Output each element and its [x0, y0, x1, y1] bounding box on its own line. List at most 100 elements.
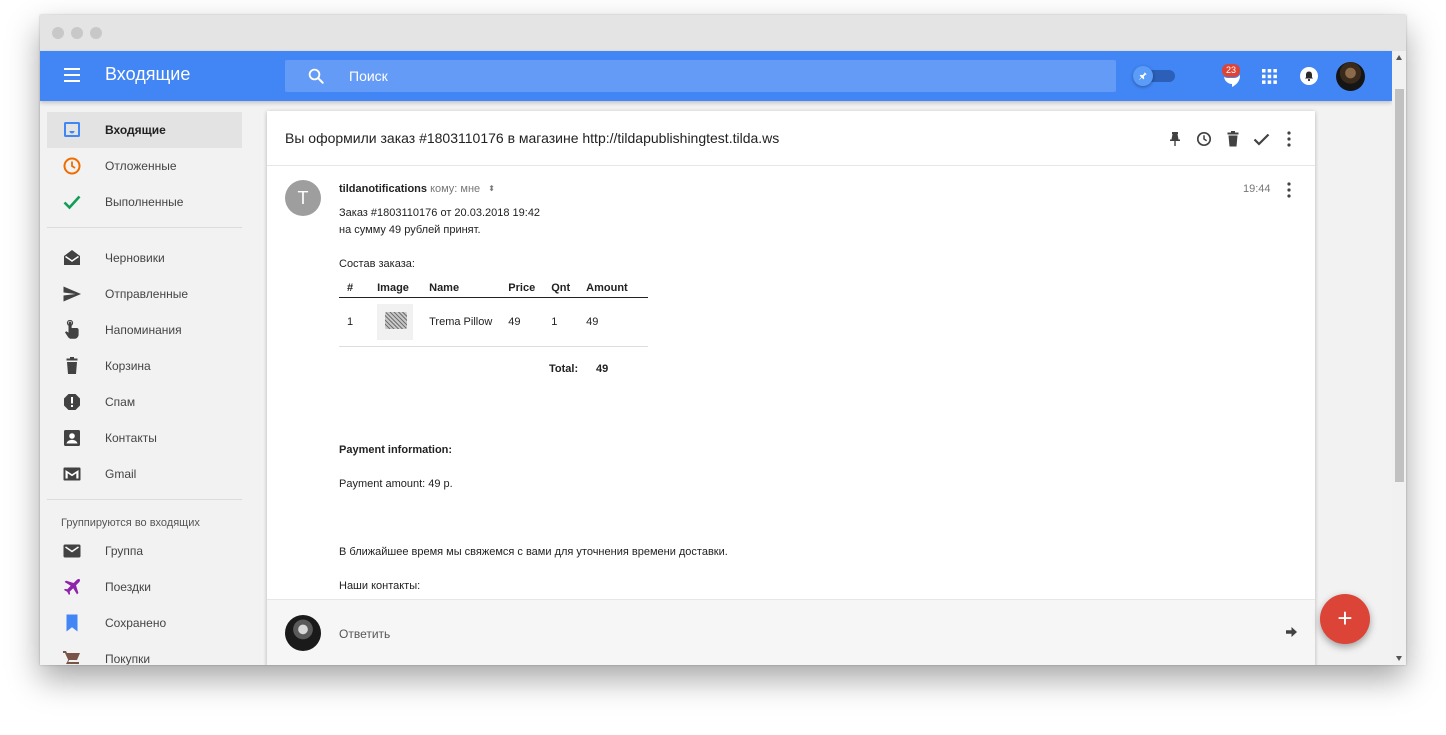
sidebar-item-reminders[interactable]: Напоминания [47, 312, 242, 348]
sidebar-item-contacts[interactable]: Контакты [47, 420, 242, 456]
forward-arrow-icon[interactable] [1286, 627, 1297, 637]
clock-icon [63, 157, 81, 175]
search-input[interactable]: Поиск [285, 60, 1116, 92]
plus-icon: + [1337, 603, 1353, 633]
sidebar-item-label: Покупки [105, 652, 151, 665]
table-header: Amount [578, 278, 648, 298]
product-qnt: 1 [543, 297, 579, 347]
sidebar-item-group[interactable]: Группа [47, 533, 242, 569]
notifications-bell-icon[interactable] [1300, 67, 1318, 85]
sidebar-item-label: Корзина [105, 359, 151, 373]
notification-badge: 23 [1221, 63, 1241, 78]
snooze-clock-icon[interactable] [1196, 131, 1212, 147]
more-vert-icon[interactable] [1287, 131, 1291, 147]
order-table: # Image Name Price Qnt Amount 1 Trema Pi… [339, 278, 648, 347]
apps-grid-icon[interactable] [1262, 69, 1277, 84]
sidebar-item-label: Входящие [105, 123, 166, 137]
scroll-thumb[interactable] [1395, 89, 1404, 482]
sidebar-item-label: Gmail [105, 467, 137, 481]
sidebar-item-label: Группа [105, 544, 144, 558]
reply-avatar [285, 615, 321, 651]
window-close-dot[interactable] [52, 27, 64, 39]
table-header: Price [500, 278, 544, 298]
contacts-icon [64, 430, 80, 446]
order-line: Заказ #1803110176 от 20.03.2018 19:42 [339, 207, 541, 219]
window-minimize-dot[interactable] [71, 27, 83, 39]
sidebar-item-label: Спам [105, 395, 136, 409]
group-mail-icon [63, 544, 81, 558]
order-amount-line: на сумму 49 рублей принят. [339, 224, 481, 236]
order-contents-heading: Состав заказа: [339, 258, 415, 270]
window-maximize-dot[interactable] [90, 27, 102, 39]
email-card: Вы оформили заказ #1803110176 в магазине… [267, 111, 1315, 665]
inbox-icon [64, 122, 80, 137]
gmail-icon [63, 467, 81, 481]
check-icon [63, 195, 81, 210]
subject-divider [267, 165, 1315, 166]
bookmark-icon [66, 614, 78, 632]
table-header: Name [421, 278, 501, 298]
app-bar: Входящие Поиск 23 [40, 51, 1392, 101]
sidebar-item-trips[interactable]: Поездки [47, 569, 242, 605]
expand-details-icon[interactable]: ⬍ [488, 184, 495, 193]
sender-line: tildanotifications кому: мне ⬍ [339, 183, 495, 195]
sidebar-item-purchases[interactable]: Покупки [47, 641, 242, 665]
sidebar-item-snoozed[interactable]: Отложенные [47, 148, 242, 184]
sidebar-item-drafts[interactable]: Черновики [47, 240, 242, 276]
hamburger-menu-icon[interactable] [64, 68, 80, 82]
sidebar-item-label: Отложенные [105, 159, 177, 173]
sidebar-item-trash[interactable]: Корзина [47, 348, 242, 384]
pin-icon[interactable] [1169, 131, 1181, 147]
message-more-vert-icon[interactable] [1287, 182, 1291, 198]
trash-icon[interactable] [1227, 131, 1239, 147]
pin-icon [1139, 72, 1147, 80]
reply-bar[interactable]: Ответить [267, 599, 1315, 665]
sidebar-item-label: Отправленные [105, 287, 189, 301]
table-header: Qnt [543, 278, 579, 298]
sidebar-item-label: Черновики [105, 251, 165, 265]
pinned-toggle[interactable] [1133, 66, 1175, 86]
email-subject: Вы оформили заказ #1803110176 в магазине… [285, 130, 780, 146]
reminder-hand-icon [65, 320, 79, 339]
product-name: Trema Pillow [421, 297, 501, 347]
table-row: 1 Trema Pillow 49 1 49 [339, 297, 648, 347]
sidebar-item-inbox[interactable]: Входящие [47, 112, 242, 148]
sidebar-divider [47, 499, 242, 500]
payment-heading: Payment information: [339, 444, 453, 456]
sidebar-item-label: Напоминания [105, 323, 182, 337]
sidebar-item-gmail[interactable]: Gmail [47, 456, 242, 492]
contacts-heading: Наши контакты: [339, 580, 421, 592]
sender-name[interactable]: tildanotifications [339, 183, 427, 195]
scroll-up-arrow-icon[interactable] [1396, 55, 1402, 60]
sidebar-group-heading: Группируются во входящих [61, 517, 200, 529]
sidebar-item-spam[interactable]: Спам [47, 384, 242, 420]
compose-fab-button[interactable]: + [1320, 594, 1370, 644]
product-price: 49 [500, 297, 544, 347]
sidebar-item-done[interactable]: Выполненные [47, 184, 242, 220]
table-header: # [339, 278, 370, 298]
title-bar [40, 15, 1406, 51]
spam-icon [64, 394, 80, 410]
product-image-cell [369, 297, 422, 347]
browser-window: Входящие Поиск 23 Входящие Отложенные Вы… [40, 15, 1406, 665]
sender-avatar: T [285, 180, 321, 216]
total-label: Total: [549, 363, 579, 375]
cart-icon [63, 651, 80, 665]
account-avatar[interactable] [1336, 62, 1365, 91]
sidebar-item-sent[interactable]: Отправленные [47, 276, 242, 312]
reply-input[interactable]: Ответить [339, 627, 390, 641]
search-placeholder: Поиск [349, 68, 388, 84]
drafts-icon [64, 250, 80, 265]
scroll-down-arrow-icon[interactable] [1396, 656, 1402, 661]
recipient-text: кому: мне [430, 183, 481, 195]
page-title: Входящие [105, 64, 191, 84]
sidebar-item-label: Контакты [105, 431, 157, 445]
sidebar-item-label: Сохранено [105, 616, 167, 630]
mark-done-check-icon[interactable] [1253, 133, 1270, 146]
table-header: Image [369, 278, 422, 298]
trash-icon [66, 357, 78, 374]
sidebar-item-saved[interactable]: Сохранено [47, 605, 242, 641]
airplane-icon [64, 578, 81, 595]
page-scrollbar[interactable] [1392, 51, 1406, 665]
product-thumbnail[interactable] [377, 304, 414, 340]
